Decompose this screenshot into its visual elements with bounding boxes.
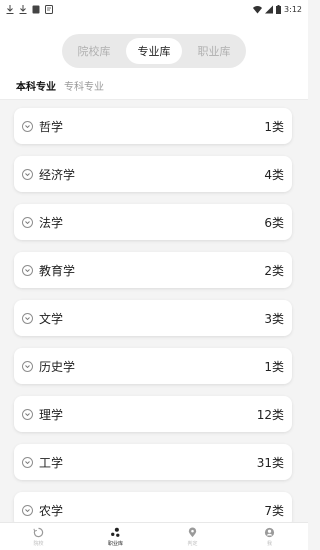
chevron-down-icon: [22, 504, 33, 516]
chevron-down-icon: [22, 456, 33, 468]
major-name: 法学: [39, 215, 64, 230]
list-item[interactable]: 工学 31类: [14, 444, 292, 480]
nodes-icon: [110, 527, 122, 539]
status-left: [6, 4, 53, 14]
user-icon: [264, 527, 276, 539]
download-icon: [6, 4, 14, 14]
chevron-down-icon: [22, 168, 33, 180]
list-item[interactable]: 历史学 1类: [14, 348, 292, 384]
major-name: 工学: [39, 455, 64, 470]
chevron-down-icon: [22, 360, 33, 372]
major-count: 31类: [256, 455, 284, 470]
tab-school-library[interactable]: 院校库: [66, 38, 122, 64]
download-icon: [19, 4, 27, 14]
sim-card-icon: [32, 5, 40, 13]
library-segmented-control: 院校库 专业库 职业库: [62, 34, 246, 68]
nav-label: 判定: [187, 540, 198, 547]
bottom-nav: 院校 职业库 判定 我: [0, 522, 308, 550]
list-item[interactable]: 哲学 1类: [14, 108, 292, 144]
subtab-undergraduate[interactable]: 本科专业: [16, 78, 56, 93]
major-name: 历史学: [39, 359, 76, 374]
circle-refresh-icon: [33, 527, 45, 539]
battery-icon: [276, 4, 282, 14]
list-item[interactable]: 理学 12类: [14, 396, 292, 432]
major-name: 农学: [39, 503, 64, 518]
status-bar: 3:12: [0, 0, 308, 18]
nav-item-me[interactable]: 我: [240, 527, 300, 547]
chevron-down-icon: [22, 408, 33, 420]
signal-icon: [265, 5, 274, 13]
header: 院校库 专业库 职业库 本科专业 专科专业: [0, 18, 308, 100]
major-name: 哲学: [39, 119, 64, 134]
tab-career-library[interactable]: 职业库: [186, 38, 242, 64]
nav-item-school[interactable]: 院校: [9, 527, 69, 547]
status-time: 3:12: [284, 4, 302, 14]
subtab-junior-college[interactable]: 专科专业: [64, 78, 104, 93]
major-name: 教育学: [39, 263, 76, 278]
major-count: 12类: [256, 407, 284, 422]
nav-label: 院校: [33, 540, 44, 547]
nav-label: 我: [266, 540, 272, 547]
chevron-down-icon: [22, 216, 33, 228]
notification-icon: [45, 4, 53, 14]
list-item[interactable]: 教育学 2类: [14, 252, 292, 288]
degree-subtabs: 本科专业 专科专业: [16, 78, 104, 93]
location-pin-icon: [187, 527, 199, 539]
chevron-down-icon: [22, 120, 33, 132]
major-count: 1类: [264, 359, 284, 374]
major-count: 4类: [264, 167, 284, 182]
major-name: 理学: [39, 407, 64, 422]
major-count: 3类: [264, 311, 284, 326]
major-count: 1类: [264, 119, 284, 134]
chevron-down-icon: [22, 312, 33, 324]
nav-label: 职业库: [107, 540, 123, 547]
nav-item-assess[interactable]: 判定: [163, 527, 223, 547]
status-right: 3:12: [253, 4, 302, 14]
major-count: 7类: [264, 503, 284, 518]
major-count: 2类: [264, 263, 284, 278]
tab-major-library[interactable]: 专业库: [126, 38, 182, 64]
chevron-down-icon: [22, 264, 33, 276]
wifi-icon: [253, 5, 263, 13]
nav-item-career-library[interactable]: 职业库: [86, 527, 146, 547]
major-count: 6类: [264, 215, 284, 230]
major-name: 经济学: [39, 167, 76, 182]
major-name: 文学: [39, 311, 64, 326]
list-item[interactable]: 经济学 4类: [14, 156, 292, 192]
major-category-list: 哲学 1类 经济学 4类 法学 6类 教育学 2类 文学 3类 历史学 1类 理…: [14, 108, 292, 540]
list-item[interactable]: 法学 6类: [14, 204, 292, 240]
list-item[interactable]: 文学 3类: [14, 300, 292, 336]
